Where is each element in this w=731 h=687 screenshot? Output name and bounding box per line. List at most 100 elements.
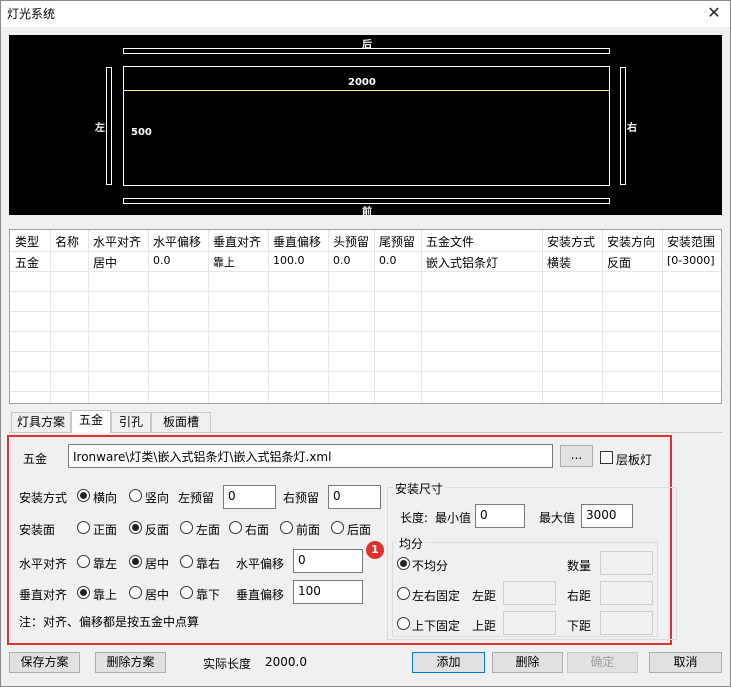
- table-column-divider: [374, 230, 375, 403]
- top-dist-input[interactable]: [503, 611, 556, 635]
- left-reserve-input[interactable]: 0: [223, 485, 276, 509]
- install-size-title: 安装尺寸: [393, 480, 446, 497]
- radio-no-even-label: 不均分: [412, 559, 449, 573]
- tab-hardware[interactable]: 五金: [71, 410, 111, 433]
- tab-light-plan[interactable]: 灯具方案: [11, 412, 71, 432]
- radio-v-bottom[interactable]: [180, 586, 193, 599]
- radio-h-right-label: 靠右: [196, 557, 221, 571]
- length-label: 长度:: [400, 511, 429, 525]
- front-label: 前: [362, 207, 372, 218]
- bottom-dist-input[interactable]: [600, 611, 653, 635]
- table-header-cell[interactable]: 名称: [55, 233, 79, 250]
- cancel-button[interactable]: 取消: [649, 652, 722, 673]
- table-column-divider: [662, 230, 663, 403]
- table-column-divider: [50, 230, 51, 403]
- radio-vertical-label: 竖向: [145, 491, 170, 505]
- table-cell[interactable]: 靠上: [213, 254, 235, 270]
- table-header-cell[interactable]: 安装方向: [607, 233, 655, 250]
- actual-length-label: 实际长度: [203, 657, 252, 671]
- table-header-cell[interactable]: 头预留: [333, 233, 369, 250]
- count-label: 数量: [567, 559, 592, 573]
- radio-lr-fixed[interactable]: [397, 587, 410, 600]
- table-cell[interactable]: 横装: [547, 254, 571, 271]
- table-cell[interactable]: [0-3000]: [667, 254, 715, 267]
- radio-no-even[interactable]: [397, 557, 410, 570]
- right-dist-input[interactable]: [600, 581, 653, 605]
- table-column-divider: [208, 230, 209, 403]
- radio-face-left-label: 左面: [196, 523, 221, 537]
- add-button[interactable]: 添加: [412, 652, 485, 673]
- table-header-cell[interactable]: 五金文件: [426, 233, 474, 250]
- table-cell[interactable]: 100.0: [273, 254, 305, 267]
- radio-face-forward-label: 前面: [296, 523, 321, 537]
- radio-vertical[interactable]: [129, 489, 142, 502]
- even-split-title: 均分: [397, 535, 426, 552]
- delete-plan-button[interactable]: 删除方案: [95, 652, 166, 673]
- radio-face-rear[interactable]: [331, 521, 344, 534]
- table-cell[interactable]: 0.0: [153, 254, 171, 267]
- radio-v-center[interactable]: [129, 586, 142, 599]
- table-cell[interactable]: 五金: [15, 254, 39, 271]
- table-header-cell[interactable]: 类型: [15, 233, 39, 250]
- table-column-divider: [268, 230, 269, 403]
- right-reserve-label: 右预留: [283, 491, 320, 505]
- min-label: 最小值: [435, 511, 472, 525]
- right-panel: [620, 67, 626, 185]
- close-icon[interactable]: ✕: [700, 1, 728, 25]
- tab-board-groove[interactable]: 板面槽: [151, 412, 211, 432]
- table-header-cell[interactable]: 垂直偏移: [273, 233, 321, 250]
- browse-button[interactable]: ...: [560, 445, 593, 467]
- max-input[interactable]: 3000: [581, 504, 633, 528]
- radio-horizontal[interactable]: [77, 489, 90, 502]
- shelf-light-label: 层板灯: [616, 453, 653, 467]
- confirm-button[interactable]: 确定: [567, 652, 638, 673]
- shelf-light-checkbox[interactable]: [600, 451, 613, 464]
- radio-tb-fixed[interactable]: [397, 617, 410, 630]
- hardware-path-field[interactable]: Ironware\灯类\嵌入式铝条灯\嵌入式铝条灯.xml: [68, 444, 553, 468]
- table-header-cell[interactable]: 安装范围: [667, 233, 715, 250]
- h-offset-input[interactable]: 0: [293, 549, 363, 573]
- table-column-divider: [542, 230, 543, 403]
- radio-face-back[interactable]: [129, 521, 142, 534]
- table-header-cell[interactable]: 水平偏移: [153, 233, 201, 250]
- top-dist-label: 上距: [472, 619, 497, 633]
- radio-face-forward[interactable]: [280, 521, 293, 534]
- radio-h-center[interactable]: [129, 555, 142, 568]
- layout-preview: 后 前 左 右 2000 500: [9, 35, 722, 218]
- radio-v-top[interactable]: [77, 586, 90, 599]
- table-header-cell[interactable]: 尾预留: [379, 233, 415, 250]
- radio-face-right[interactable]: [229, 521, 242, 534]
- radio-face-front[interactable]: [77, 521, 90, 534]
- table-cell[interactable]: 0.0: [333, 254, 351, 267]
- radio-tb-fixed-label: 上下固定: [412, 619, 461, 633]
- table-cell[interactable]: 0.0: [379, 254, 397, 267]
- table-column-divider: [328, 230, 329, 403]
- tab-guide-hole[interactable]: 引孔: [111, 412, 151, 432]
- h-offset-label: 水平偏移: [236, 557, 285, 571]
- table-cell[interactable]: 嵌入式铝条灯: [426, 254, 498, 271]
- title-bar: [1, 1, 730, 27]
- delete-button[interactable]: 删除: [492, 652, 563, 673]
- table-header-cell[interactable]: 水平对齐: [93, 233, 141, 250]
- back-label: 后: [362, 40, 372, 51]
- save-plan-button[interactable]: 保存方案: [9, 652, 80, 673]
- table-cell[interactable]: 居中: [93, 254, 117, 271]
- radio-face-back-label: 反面: [145, 523, 170, 537]
- left-panel: [106, 67, 112, 185]
- table-header-cell[interactable]: 安装方式: [547, 233, 595, 250]
- radio-face-front-label: 正面: [93, 523, 118, 537]
- table-cell[interactable]: 反面: [607, 254, 631, 271]
- left-label: 左: [95, 123, 105, 134]
- count-input[interactable]: [600, 551, 653, 575]
- radio-h-left-label: 靠左: [93, 557, 118, 571]
- right-reserve-input[interactable]: 0: [328, 485, 381, 509]
- radio-h-right[interactable]: [180, 555, 193, 568]
- radio-h-left[interactable]: [77, 555, 90, 568]
- min-input[interactable]: 0: [475, 504, 525, 528]
- left-dist-input[interactable]: [503, 581, 556, 605]
- v-align-label: 垂直对齐: [19, 588, 68, 602]
- table-header-cell[interactable]: 垂直对齐: [213, 233, 261, 250]
- hardware-table[interactable]: 类型 名称 水平对齐 水平偏移 垂直对齐 垂直偏移 头预留 尾预留 五金文件 安装方式 安装方向 安装…: [9, 229, 722, 404]
- radio-face-left[interactable]: [180, 521, 193, 534]
- v-offset-input[interactable]: 100: [293, 580, 363, 604]
